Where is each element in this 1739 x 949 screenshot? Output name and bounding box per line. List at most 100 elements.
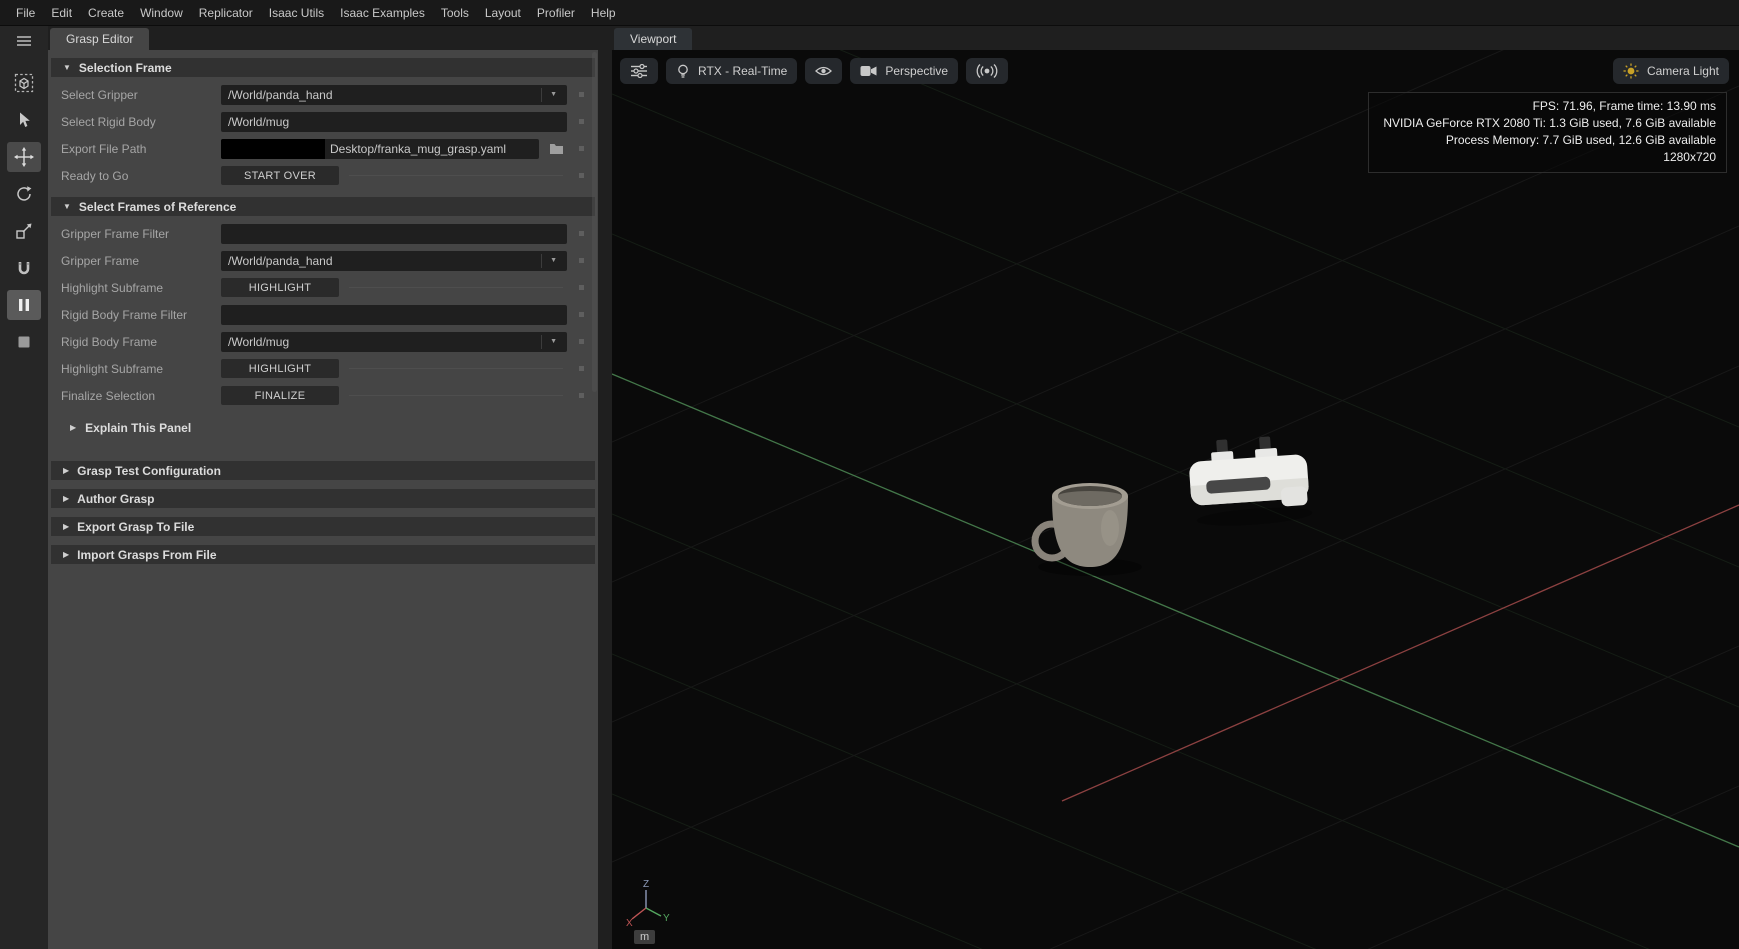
grasp-editor-body: ▼ Selection Frame Select Gripper /World/… <box>48 50 598 949</box>
row-separator-line <box>349 395 563 396</box>
panel-tab-strip: Grasp Editor <box>48 26 598 50</box>
explain-this-panel-toggle[interactable]: ▶ Explain This Panel <box>70 419 598 437</box>
snap-tool[interactable] <box>7 253 41 283</box>
rotate-tool[interactable] <box>7 179 41 209</box>
gripper-frame-row: Gripper Frame /World/panda_hand ▼ <box>48 247 598 274</box>
gizmo-y-label: Y <box>663 913 670 924</box>
hamburger-icon <box>16 35 32 47</box>
select-tool[interactable] <box>7 105 41 135</box>
start-over-button[interactable]: START OVER <box>221 166 339 185</box>
marquee-select-tool[interactable] <box>7 68 41 98</box>
menu-tools[interactable]: Tools <box>433 0 477 26</box>
select-rigid-body-label: Select Rigid Body <box>61 115 221 129</box>
browse-folder-button[interactable] <box>545 139 567 159</box>
highlight-subframe-label: Highlight Subframe <box>61 362 221 376</box>
section-import-grasps-from-file[interactable]: ▶ Import Grasps From File <box>51 545 595 564</box>
default-value-dot <box>579 285 584 290</box>
chevron-down-icon: ▼ <box>541 88 560 102</box>
finalize-button[interactable]: FINALIZE <box>221 386 339 405</box>
gripper-frame-filter-field[interactable] <box>221 224 567 244</box>
default-value-dot <box>579 366 584 371</box>
gripper-frame-dropdown[interactable]: /World/panda_hand ▼ <box>221 251 567 271</box>
section-export-grasp-to-file[interactable]: ▶ Export Grasp To File <box>51 517 595 536</box>
collapse-collapsed-icon: ▶ <box>70 424 76 432</box>
highlight-gripper-button[interactable]: HIGHLIGHT <box>221 278 339 297</box>
camera-light-button[interactable]: Camera Light <box>1613 58 1729 84</box>
grid-lines-x <box>612 50 1739 949</box>
highlight-rigid-subframe-row: Highlight Subframe HIGHLIGHT <box>48 355 598 382</box>
section-grasp-test-configuration[interactable]: ▶ Grasp Test Configuration <box>51 461 595 480</box>
export-file-path-label: Export File Path <box>61 142 221 156</box>
tab-viewport[interactable]: Viewport <box>614 28 692 50</box>
menu-edit[interactable]: Edit <box>43 0 80 26</box>
menu-create[interactable]: Create <box>80 0 132 26</box>
render-mode-label: RTX - Real-Time <box>698 64 787 78</box>
panel-scrollbar[interactable] <box>592 52 597 392</box>
pause-button[interactable] <box>7 290 41 320</box>
scene-canvas <box>612 50 1739 949</box>
chevron-down-icon: ▼ <box>541 335 560 349</box>
gizmo-x-label: X <box>626 918 633 929</box>
menu-isaac-utils[interactable]: Isaac Utils <box>261 0 332 26</box>
sun-icon <box>1623 63 1639 79</box>
rigid-body-frame-dropdown[interactable]: /World/mug ▼ <box>221 332 567 352</box>
section-frames-of-reference[interactable]: ▼ Select Frames of Reference <box>51 197 595 216</box>
section-title: Export Grasp To File <box>77 520 194 534</box>
default-value-dot <box>579 92 584 97</box>
mug-object[interactable] <box>1035 483 1142 576</box>
gripper-object[interactable] <box>1187 434 1313 529</box>
menu-file[interactable]: File <box>8 0 43 26</box>
stats-fps: FPS: 71.96, Frame time: 13.90 ms <box>1383 98 1716 115</box>
capture-button[interactable] <box>966 58 1008 84</box>
rigid-body-frame-filter-row: Rigid Body Frame Filter <box>48 301 598 328</box>
default-value-dot <box>579 146 584 151</box>
menu-profiler[interactable]: Profiler <box>529 0 583 26</box>
dropdown-value: /World/panda_hand <box>228 88 535 102</box>
tab-grasp-editor[interactable]: Grasp Editor <box>50 28 149 50</box>
select-rigid-body-field[interactable] <box>221 112 567 132</box>
pause-icon <box>16 297 32 313</box>
viewport-settings-button[interactable] <box>620 58 658 84</box>
collapse-collapsed-icon: ▶ <box>63 551 69 559</box>
dropdown-value: /World/mug <box>228 335 535 349</box>
rigid-body-frame-filter-field[interactable] <box>221 305 567 325</box>
export-file-path-row: Export File Path Desktop/franka_mug_gras… <box>48 135 598 162</box>
select-gripper-label: Select Gripper <box>61 88 221 102</box>
move-tool[interactable] <box>7 142 41 172</box>
scale-icon <box>15 222 33 240</box>
camera-light-label: Camera Light <box>1647 64 1719 78</box>
menu-help[interactable]: Help <box>583 0 624 26</box>
section-selection-frame[interactable]: ▼ Selection Frame <box>51 58 595 77</box>
scale-tool[interactable] <box>7 216 41 246</box>
stop-button[interactable] <box>7 327 41 357</box>
default-value-dot <box>579 258 584 263</box>
stop-icon <box>16 334 32 350</box>
camera-button[interactable]: Perspective <box>850 58 958 84</box>
section-title: Select Frames of Reference <box>79 200 236 214</box>
world-y-axis-line <box>612 374 1739 847</box>
explain-panel-title: Explain This Panel <box>85 421 191 435</box>
section-title: Author Grasp <box>77 492 154 506</box>
chevron-down-icon: ▼ <box>541 254 560 268</box>
render-mode-button[interactable]: RTX - Real-Time <box>666 58 797 84</box>
gripper-frame-filter-row: Gripper Frame Filter <box>48 220 598 247</box>
visibility-button[interactable] <box>805 58 842 84</box>
default-value-dot <box>579 119 584 124</box>
menu-layout[interactable]: Layout <box>477 0 529 26</box>
highlight-rigid-button[interactable]: HIGHLIGHT <box>221 359 339 378</box>
world-x-axis-line <box>1062 505 1739 801</box>
toolbar-menu-button[interactable] <box>7 30 41 52</box>
row-separator-line <box>349 368 563 369</box>
select-gripper-dropdown[interactable]: /World/panda_hand ▼ <box>221 85 567 105</box>
viewport-3d-view[interactable]: RTX - Real-Time Perspective <box>612 50 1739 949</box>
camera-icon <box>860 65 877 77</box>
gizmo-z-label: Z <box>643 879 649 890</box>
rigid-body-frame-filter-label: Rigid Body Frame Filter <box>61 308 221 322</box>
section-author-grasp[interactable]: ▶ Author Grasp <box>51 489 595 508</box>
menu-replicator[interactable]: Replicator <box>191 0 261 26</box>
menu-window[interactable]: Window <box>132 0 191 26</box>
section-title: Import Grasps From File <box>77 548 216 562</box>
export-path-field[interactable]: Desktop/franka_mug_grasp.yaml <box>221 139 539 159</box>
menu-isaac-examples[interactable]: Isaac Examples <box>332 0 433 26</box>
axis-gizmo[interactable]: Z X Y <box>620 878 672 930</box>
